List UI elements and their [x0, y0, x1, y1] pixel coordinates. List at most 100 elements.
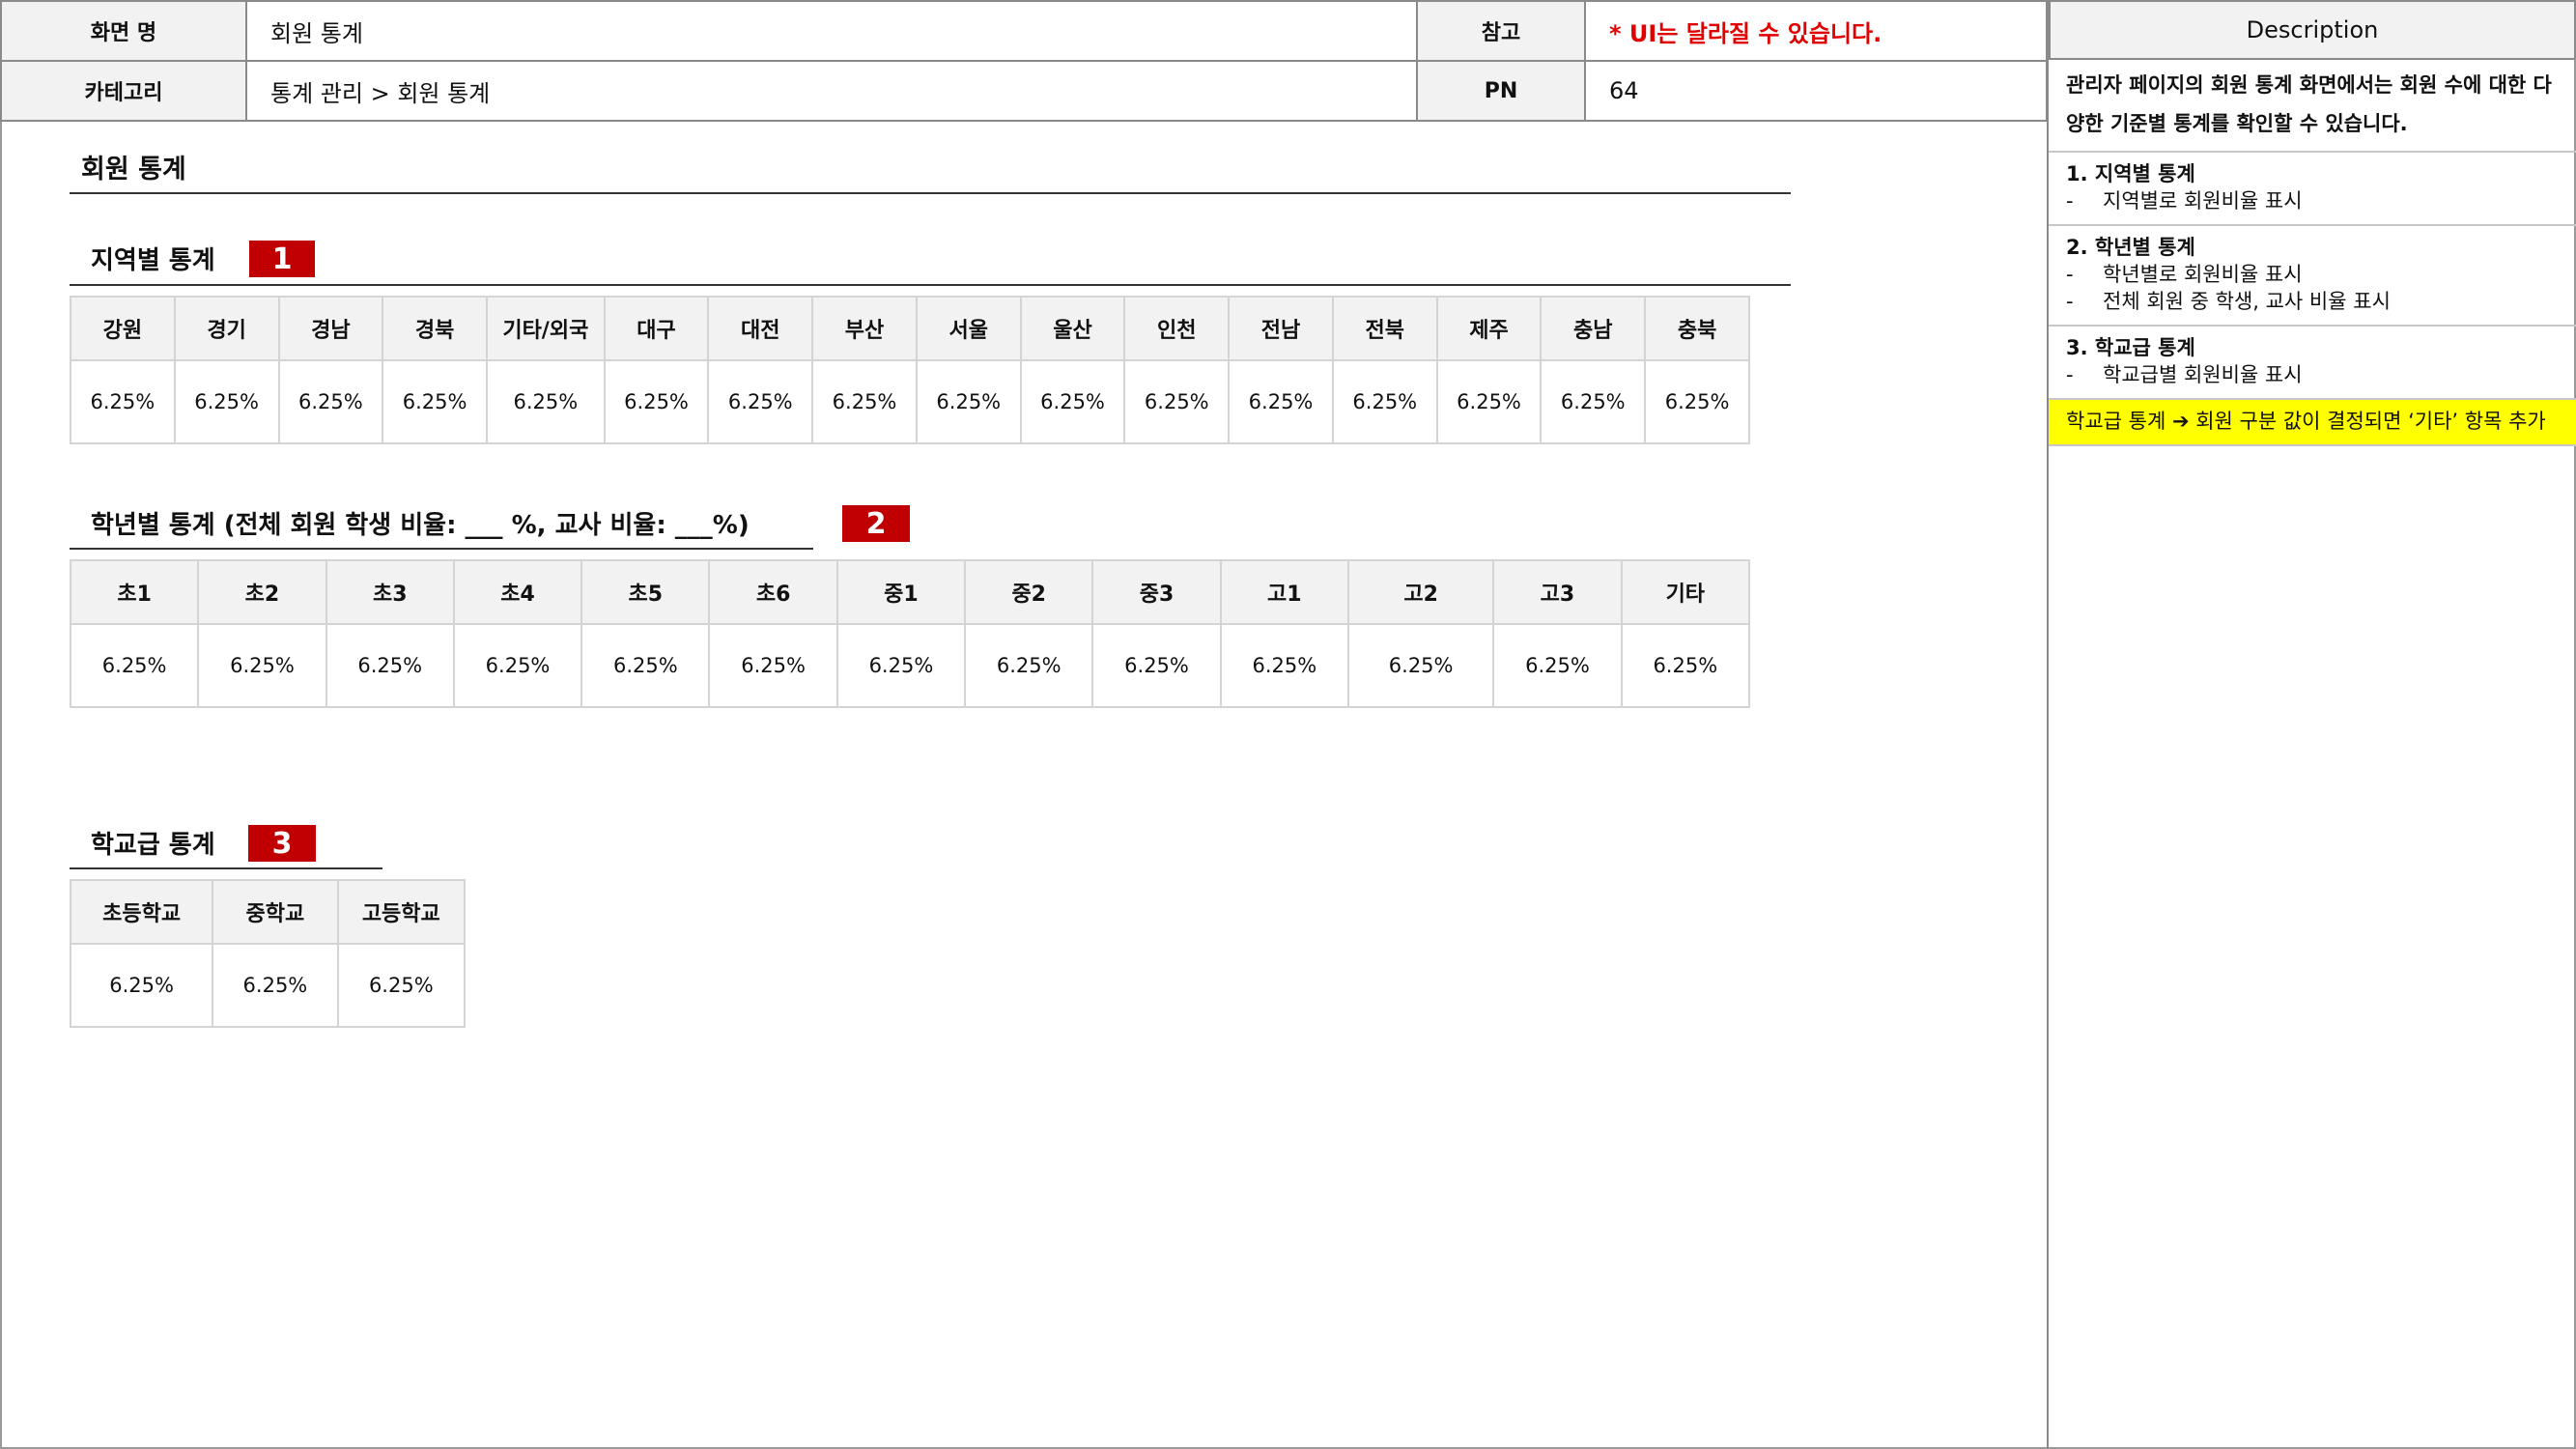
region-value-cell: 6.25% — [1540, 359, 1647, 444]
grade-value-cell: 6.25% — [964, 623, 1094, 708]
school-section-title: 학교급 통계 — [91, 831, 215, 860]
region-value-cell: 6.25% — [1228, 359, 1334, 444]
grade-value-cell: 6.25% — [325, 623, 455, 708]
school-stats-table: 초등학교 중학교 고등학교 6.25% 6.25% 6.25% — [69, 879, 467, 1028]
description-item: 1. 지역별 통계 - 지역별로 회원비율 표시 — [2049, 153, 2576, 226]
description-intro: 관리자 페이지의 회원 통계 화면에서는 회원 수에 대한 다양한 기준별 통계… — [2049, 60, 2576, 153]
school-column-header: 중학교 — [212, 879, 339, 945]
school-value-cell: 6.25% — [69, 943, 214, 1028]
region-column-header: 경남 — [277, 296, 384, 361]
bullet-marker: - — [2066, 363, 2074, 386]
region-column-header: 대구 — [603, 296, 710, 361]
screen-info-header: 화면 명 회원 통계 참고 * UI는 달라질 수 있습니다. 카테고리 통계 … — [0, 0, 2048, 122]
screen-name-label: 화면 명 — [0, 0, 247, 62]
description-bullet: - 학교급별 회원비율 표시 — [2066, 361, 2561, 388]
region-stats-table: 강원 경기 경남 경북 기타/외국 대구 대전 부산 서울 울산 인천 전남 전북 제주 충남 충북 6.25… — [70, 296, 1750, 444]
grade-value-cell: 6.25% — [69, 623, 200, 708]
grade-value-cell: 6.25% — [708, 623, 838, 708]
grade-section-divider — [70, 548, 813, 550]
grade-column-header: 초5 — [580, 559, 711, 625]
grade-column-header: 고1 — [1219, 559, 1349, 625]
grade-column-header: 중3 — [1091, 559, 1222, 625]
description-item: 3. 학교급 통계 - 학교급별 회원비율 표시 — [2049, 327, 2576, 400]
grade-value-cell: 6.25% — [452, 623, 583, 708]
school-column-header: 고등학교 — [336, 879, 467, 945]
description-bullet-text: 학년별로 회원비율 표시 — [2103, 263, 2303, 286]
grade-value-cell: 6.25% — [1620, 623, 1751, 708]
region-value-cell: 6.25% — [173, 359, 280, 444]
grade-column-header: 기타 — [1620, 559, 1751, 625]
grade-value-cell: 6.25% — [197, 623, 327, 708]
grade-value-cell: 6.25% — [1091, 623, 1222, 708]
region-column-header: 강원 — [70, 296, 176, 361]
region-column-header: 전북 — [1331, 296, 1438, 361]
region-value-cell: 6.25% — [486, 359, 606, 444]
school-column-header: 초등학교 — [69, 879, 214, 945]
region-value-cell: 6.25% — [70, 359, 176, 444]
region-value-cell: 6.25% — [1435, 359, 1543, 444]
region-column-header: 경기 — [173, 296, 280, 361]
category-label: 카테고리 — [0, 60, 247, 122]
reference-label: 참고 — [1416, 0, 1586, 62]
pn-label: PN — [1416, 60, 1586, 122]
description-item: 2. 학년별 통계 - 학년별로 회원비율 표시 - 전체 회원 중 학생, 교사 비율… — [2049, 226, 2576, 327]
region-section-badge: 1 — [249, 241, 315, 277]
region-value-cell: 6.25% — [1331, 359, 1438, 444]
grade-column-header: 중2 — [964, 559, 1094, 625]
region-value-cell: 6.25% — [382, 359, 488, 444]
region-value-cell: 6.25% — [277, 359, 384, 444]
region-value-cell: 6.25% — [1644, 359, 1750, 444]
school-value-cell: 6.25% — [336, 943, 467, 1028]
pn-value: 64 — [1584, 60, 2048, 122]
description-panel: Description 관리자 페이지의 회원 통계 화면에서는 회원 수에 대… — [2047, 0, 2576, 1449]
grade-section-title: 학년별 통계 (전체 회원 학생 비율: ___ %, 교사 비율: ___%) — [91, 511, 750, 540]
grade-column-header: 초4 — [452, 559, 583, 625]
region-value-cell: 6.25% — [707, 359, 814, 444]
page-title: 회원 통계 — [81, 155, 186, 185]
region-column-header: 대전 — [707, 296, 814, 361]
grade-section-badge: 2 — [842, 505, 910, 542]
bullet-marker: - — [2066, 263, 2074, 286]
description-bullet-text: 지역별로 회원비율 표시 — [2103, 189, 2303, 213]
category-value: 통계 관리 > 회원 통계 — [245, 60, 1418, 122]
grade-value-cell: 6.25% — [1219, 623, 1349, 708]
region-column-header: 울산 — [1019, 296, 1126, 361]
region-value-cell: 6.25% — [1123, 359, 1231, 444]
grade-column-header: 초3 — [325, 559, 455, 625]
grade-column-header: 고2 — [1346, 559, 1495, 625]
region-column-header: 부산 — [811, 296, 918, 361]
grade-column-header: 초6 — [708, 559, 838, 625]
bullet-marker: - — [2066, 189, 2074, 213]
description-highlight-note: 학교급 통계 ➔ 회원 구분 값이 결정되면 ‘기타’ 항목 추가 — [2049, 400, 2576, 446]
region-column-header: 제주 — [1435, 296, 1543, 361]
grade-stats-table: 초1 초2 초3 초4 초5 초6 중1 중2 중3 고1 고2 고3 기타 6.25% 6.25% 6.2… — [69, 559, 1751, 708]
reference-note: * UI는 달라질 수 있습니다. — [1584, 0, 2048, 62]
region-column-header: 충북 — [1644, 296, 1750, 361]
description-bullet: - 학년별로 회원비율 표시 — [2066, 261, 2561, 288]
description-title: Description — [2049, 0, 2576, 60]
description-item-heading: 2. 학년별 통계 — [2066, 236, 2195, 259]
region-column-header: 인천 — [1123, 296, 1231, 361]
description-bullet-text: 학교급별 회원비율 표시 — [2103, 363, 2303, 386]
region-value-cell: 6.25% — [915, 359, 1022, 444]
description-item-heading: 1. 지역별 통계 — [2066, 162, 2195, 185]
region-column-header: 전남 — [1228, 296, 1334, 361]
grade-value-cell: 6.25% — [835, 623, 967, 708]
region-column-header: 경북 — [382, 296, 488, 361]
grade-column-header: 중1 — [835, 559, 967, 625]
region-section-title: 지역별 통계 — [91, 246, 215, 275]
grade-column-header: 초2 — [197, 559, 327, 625]
region-column-header: 서울 — [915, 296, 1022, 361]
description-bullet: - 지역별로 회원비율 표시 — [2066, 187, 2561, 214]
region-column-header: 충남 — [1540, 296, 1647, 361]
description-bullet-text: 전체 회원 중 학생, 교사 비율 표시 — [2103, 290, 2391, 313]
region-value-cell: 6.25% — [811, 359, 918, 444]
school-section-badge: 3 — [248, 825, 316, 862]
bullet-marker: - — [2066, 290, 2074, 313]
grade-value-cell: 6.25% — [580, 623, 711, 708]
region-column-header: 기타/외국 — [486, 296, 606, 361]
description-bullet: - 전체 회원 중 학생, 교사 비율 표시 — [2066, 288, 2561, 315]
description-item-heading: 3. 학교급 통계 — [2066, 336, 2195, 359]
region-value-cell: 6.25% — [1019, 359, 1126, 444]
region-section-divider — [70, 284, 1791, 286]
